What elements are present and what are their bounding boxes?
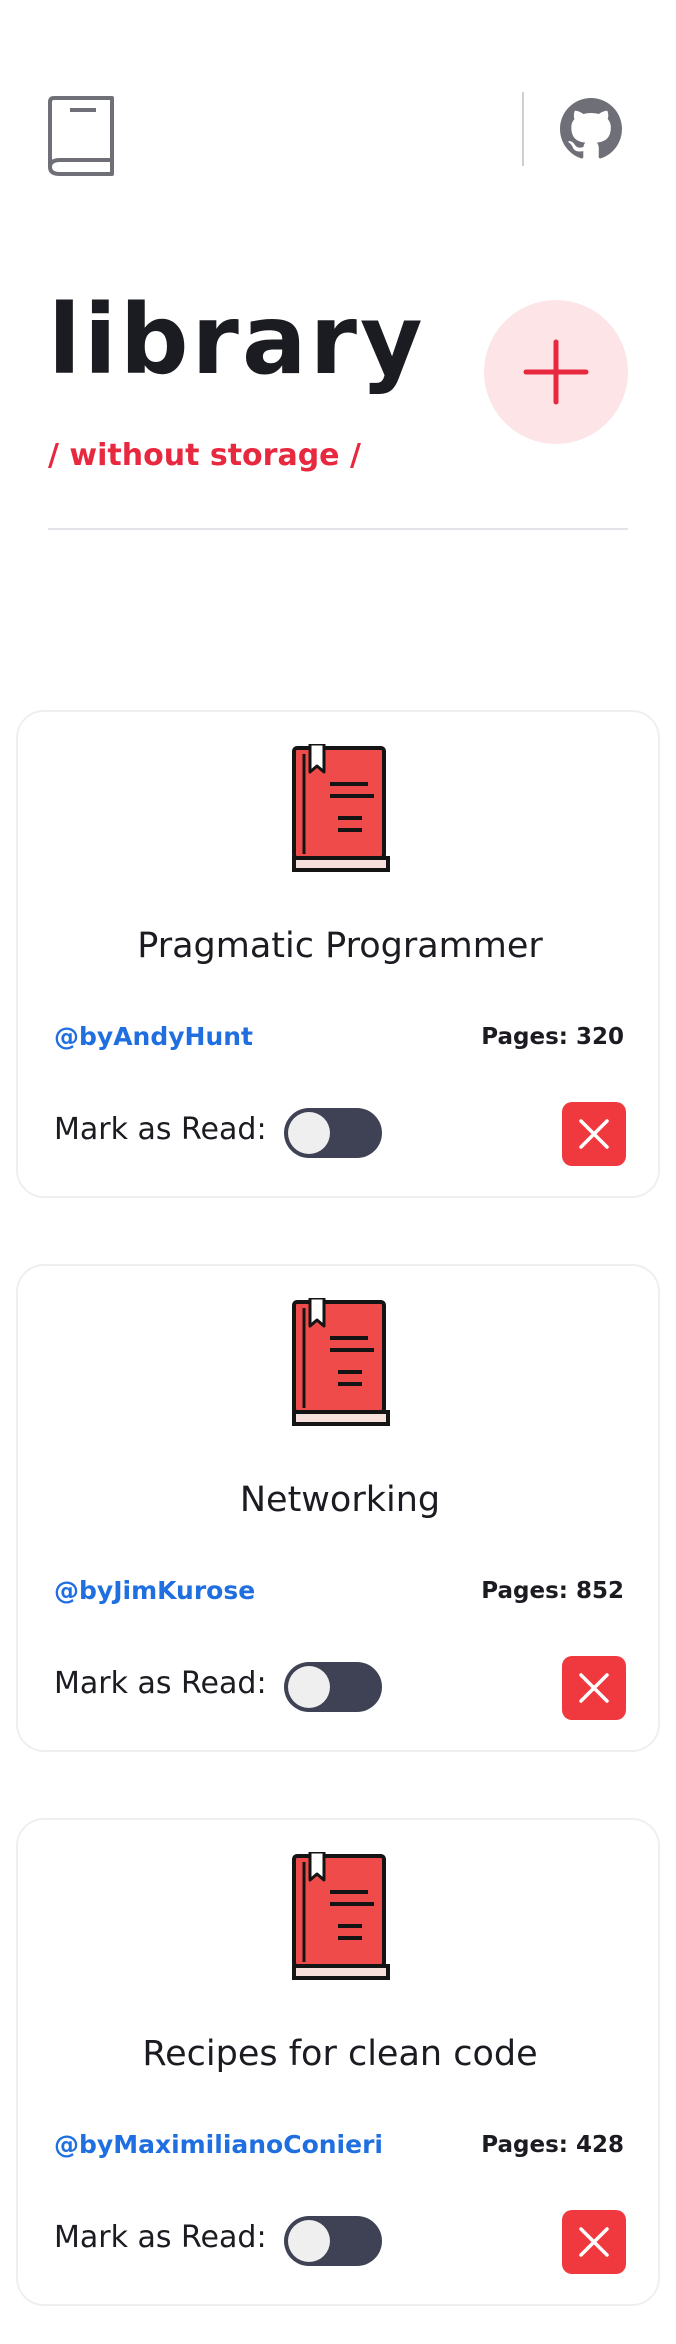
book-card: Networking @byJimKurose Pages: 852 Mark … [16, 1264, 660, 1752]
add-book-button[interactable] [484, 300, 628, 444]
author-link[interactable]: @byMaximilianoConieri [54, 2130, 383, 2159]
author-link[interactable]: @byAndyHunt [54, 1022, 253, 1051]
book-icon [292, 1852, 390, 1980]
close-icon [579, 1119, 609, 1149]
delete-book-button[interactable] [562, 1102, 626, 1166]
toggle-knob [288, 2220, 330, 2262]
delete-book-button[interactable] [562, 2210, 626, 2274]
toggle-knob [288, 1666, 330, 1708]
page-title: library [48, 284, 426, 396]
github-icon[interactable] [560, 98, 622, 160]
top-bar [0, 0, 676, 190]
book-icon [292, 744, 390, 872]
library-app: library / without storage / Pragmatic Pr… [0, 0, 676, 2344]
book-card: Pragmatic Programmer @byAndyHunt Pages: … [16, 710, 660, 1198]
author-link[interactable]: @byJimKurose [54, 1576, 255, 1605]
close-icon [579, 1673, 609, 1703]
book-title: Networking [239, 1480, 441, 1520]
mark-as-read-label: Mark as Read: [54, 1666, 267, 1701]
page-count: Pages: 852 [481, 1578, 624, 1604]
book-logo-icon [48, 96, 114, 176]
mark-as-read-toggle[interactable] [284, 2216, 382, 2266]
book-title: Recipes for clean code [142, 2034, 538, 2074]
book-title: Pragmatic Programmer [137, 926, 543, 966]
delete-book-button[interactable] [562, 1656, 626, 1720]
mark-as-read-label: Mark as Read: [54, 2220, 267, 2255]
close-icon [579, 2227, 609, 2257]
mark-as-read-label: Mark as Read: [54, 1112, 267, 1147]
plus-icon [523, 339, 589, 405]
page-subtitle: / without storage / [48, 438, 361, 473]
book-icon [292, 1298, 390, 1426]
page-count: Pages: 428 [481, 2132, 624, 2158]
page-count: Pages: 320 [481, 1024, 624, 1050]
header-divider [522, 92, 524, 166]
mark-as-read-toggle[interactable] [284, 1108, 382, 1158]
mark-as-read-toggle[interactable] [284, 1662, 382, 1712]
header-separator [48, 528, 628, 530]
book-card: Recipes for clean code @byMaximilianoCon… [16, 1818, 660, 2306]
toggle-knob [288, 1112, 330, 1154]
